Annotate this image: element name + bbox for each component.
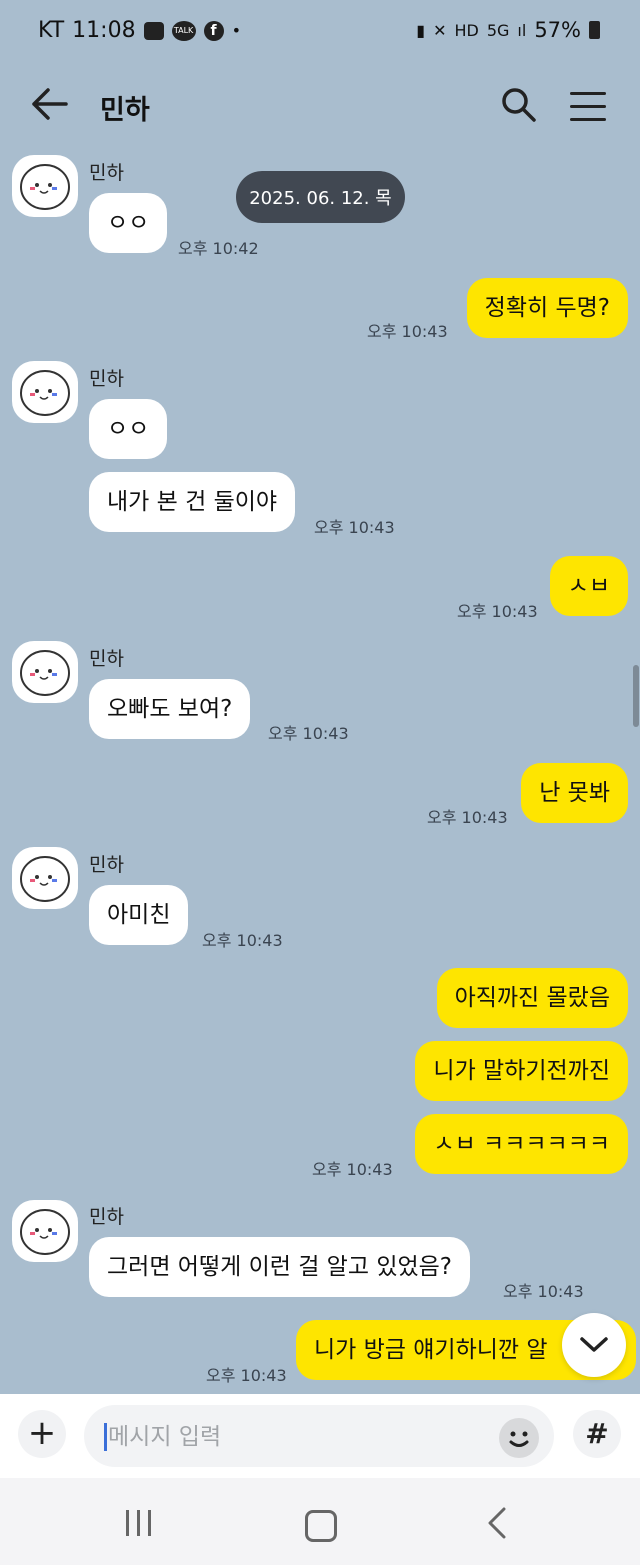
avatar[interactable] <box>12 1200 78 1262</box>
message-bubble[interactable]: 오빠도 보여? <box>89 679 251 739</box>
message-bubble[interactable]: 난 못봐 <box>521 763 628 823</box>
chevron-down-icon <box>580 1337 608 1352</box>
dot-icon: • <box>231 21 242 40</box>
search-icon[interactable] <box>500 86 538 128</box>
gallery-icon <box>143 21 164 40</box>
facebook-icon: f <box>203 20 224 41</box>
mute-icon: ✕ <box>433 20 447 40</box>
message-time: 오후 10:43 <box>202 931 283 950</box>
emoji-icon[interactable] <box>499 1418 539 1458</box>
message-bubble[interactable]: 니가 말하기전까진 <box>415 1041 628 1101</box>
5g-icon: 5G <box>486 20 510 40</box>
message-time: 오후 10:43 <box>314 518 395 537</box>
sender-name: 민하 <box>89 648 124 670</box>
message-time: 오후 10:43 <box>427 808 508 827</box>
avatar[interactable] <box>12 847 78 909</box>
avatar[interactable] <box>12 641 78 703</box>
message-time: 오후 10:43 <box>367 322 448 341</box>
message-time: 오후 10:43 <box>268 724 349 743</box>
message-bubble[interactable]: ㅅㅂ <box>549 556 628 616</box>
message-time: 오후 10:43 <box>457 602 538 621</box>
sender-name: 민하 <box>89 162 124 184</box>
sender-name: 민하 <box>89 368 124 390</box>
system-navigation-bar <box>0 1478 640 1565</box>
back-chevron-icon[interactable] <box>486 1506 508 1544</box>
message-input[interactable] <box>102 1405 490 1469</box>
battery-icon <box>589 21 600 39</box>
message-bubble[interactable]: 아직까진 몰랐음 <box>436 968 628 1028</box>
message-time: 오후 10:43 <box>206 1366 287 1385</box>
message-bubble[interactable]: 그러면 어떻게 이런 걸 알고 있었음? <box>89 1237 471 1297</box>
sender-name: 민하 <box>89 1206 124 1228</box>
message-time: 오후 10:42 <box>178 239 259 258</box>
scrollbar-handle[interactable] <box>633 665 639 727</box>
text-cursor <box>104 1423 107 1451</box>
clock: 11:08 <box>72 18 136 43</box>
battery-level: 57% <box>534 18 581 42</box>
message-bubble[interactable]: 아미친 <box>89 885 189 945</box>
message-bubble[interactable]: ㅇㅇ <box>89 399 168 459</box>
message-bubble[interactable]: ㅅㅂ ㅋㅋㅋㅋㅋㅋ <box>415 1114 628 1174</box>
message-input-bar: + # <box>0 1394 640 1478</box>
attach-plus-button[interactable]: + <box>18 1410 66 1458</box>
hd-voice-icon: HD <box>454 20 479 40</box>
message-bubble[interactable]: 정확히 두명? <box>466 278 628 338</box>
chat-title: 민하 <box>100 95 150 126</box>
signal-icon: ıl <box>517 20 527 40</box>
recent-apps-icon[interactable] <box>126 1510 159 1540</box>
kakaotalk-notification-icon: TALK <box>171 20 196 41</box>
avatar[interactable] <box>12 361 78 423</box>
hashtag-search-button[interactable]: # <box>573 1410 621 1458</box>
carrier-label: KT <box>38 18 65 43</box>
message-input-wrapper <box>84 1405 554 1469</box>
chat-header: 민하 <box>0 66 640 146</box>
back-arrow-icon[interactable] <box>30 86 70 129</box>
scroll-down-button[interactable] <box>562 1313 626 1377</box>
message-time: 오후 10:43 <box>503 1282 584 1301</box>
menu-icon[interactable] <box>570 92 606 131</box>
message-bubble[interactable]: ㅇㅇ <box>89 193 168 253</box>
message-time: 오후 10:43 <box>312 1160 393 1179</box>
sender-name: 민하 <box>89 854 124 876</box>
message-bubble[interactable]: 내가 본 건 둘이야 <box>89 472 296 532</box>
status-bar: KT 11:08 TALK f • ▮ ✕ HD 5G ıl 57% <box>0 0 640 66</box>
status-right: ▮ ✕ HD 5G ıl 57% <box>416 18 600 42</box>
status-left: KT 11:08 TALK f • <box>38 18 241 43</box>
home-icon[interactable] <box>305 1510 337 1542</box>
avatar[interactable] <box>12 155 78 217</box>
nfc-icon: ▮ <box>416 20 426 40</box>
date-divider: 2025. 06. 12. 목 <box>236 171 405 223</box>
